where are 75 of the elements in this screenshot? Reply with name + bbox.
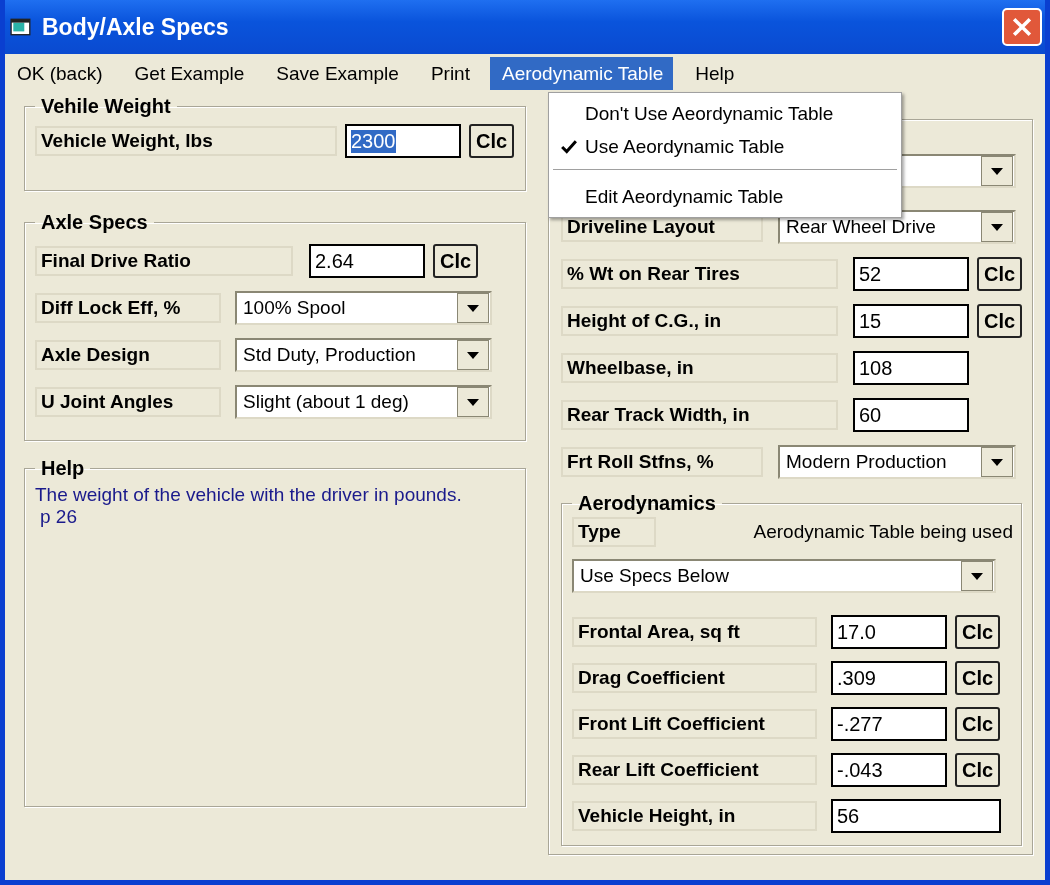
menu-item[interactable]: Print — [418, 57, 480, 90]
dropdown-arrow-button[interactable] — [981, 212, 1013, 242]
field-label: Frontal Area, sq ft — [572, 617, 817, 647]
help-text: p 26 — [39, 506, 78, 528]
caret-icon — [467, 304, 479, 312]
close-icon — [1011, 16, 1033, 38]
dropdown-arrow-button[interactable] — [457, 340, 489, 370]
calc-button[interactable]: Clc — [955, 661, 1000, 695]
calc-button[interactable]: Clc — [469, 124, 514, 158]
input-field[interactable]: -.043 — [831, 753, 947, 787]
menu-item[interactable]: Help — [683, 57, 745, 90]
input-field[interactable]: -.277 — [831, 707, 947, 741]
field-label: Wheelbase, in — [561, 353, 838, 383]
group-title: Vehile Weight — [40, 95, 172, 118]
calc-button[interactable]: Clc — [955, 753, 1000, 787]
field-label: Diff Lock Eff, % — [35, 293, 221, 323]
field-label: U Joint Angles — [35, 387, 221, 417]
field-label: Front Lift Coefficient — [572, 709, 817, 739]
input-field[interactable]: 52 — [853, 257, 969, 291]
input-field[interactable]: 15 — [853, 304, 969, 338]
dropdown[interactable]: Use Specs Below — [572, 559, 996, 593]
group-title: Axle Specs — [40, 211, 149, 234]
caret-icon — [991, 223, 1003, 231]
input-field[interactable]: 2.64 — [309, 244, 425, 278]
caret-icon — [467, 351, 479, 359]
status-text: Aerodynamic Table being used — [753, 521, 1013, 543]
dropdown-arrow-button[interactable] — [981, 156, 1013, 186]
input-field[interactable]: 108 — [853, 351, 969, 385]
field-label: Vehicle Weight, lbs — [35, 126, 337, 156]
input-field[interactable]: .309 — [831, 661, 947, 695]
window-title: Body/Axle Specs — [42, 13, 229, 41]
dropdown-arrow-button[interactable] — [457, 387, 489, 417]
calc-button[interactable]: Clc — [955, 707, 1000, 741]
help-text: The weight of the vehicle with the driver in pounds. — [35, 484, 463, 506]
calc-button[interactable]: Clc — [433, 244, 478, 278]
caret-icon — [991, 167, 1003, 175]
calc-button[interactable]: Clc — [977, 304, 1022, 338]
dropdown[interactable]: Std Duty, Production — [235, 338, 492, 372]
menu-item[interactable]: Aerodynamic Table — [489, 57, 674, 90]
field-label: Rear Track Width, in — [561, 400, 838, 430]
input-field[interactable]: 17.0 — [831, 615, 947, 649]
calc-button[interactable]: Clc — [977, 257, 1022, 291]
input-field[interactable]: 60 — [853, 398, 969, 432]
dropdown-arrow-button[interactable] — [961, 561, 993, 591]
field-label: Height of C.G., in — [561, 306, 838, 336]
dropdown[interactable]: Modern Production — [778, 445, 1016, 479]
group-title: Help — [40, 457, 86, 480]
window-icon — [10, 17, 32, 37]
caret-icon — [971, 572, 983, 580]
menu-option[interactable]: Use Aeordynamic Table — [585, 135, 785, 158]
dropdown[interactable]: 100% Spool — [235, 291, 492, 325]
menu-option[interactable]: Edit Aeordynamic Table — [585, 185, 784, 208]
menu-option[interactable]: Don't Use Aeordynamic Table — [585, 102, 834, 125]
field-label: Vehicle Height, in — [572, 801, 817, 831]
dropdown-arrow-button[interactable] — [981, 447, 1013, 477]
close-button[interactable] — [1002, 8, 1042, 46]
menu-item[interactable]: Get Example — [122, 57, 255, 90]
field-label: Type — [572, 517, 656, 547]
input-field[interactable]: 56 — [831, 799, 1001, 833]
caret-icon — [991, 458, 1003, 466]
calc-button[interactable]: Clc — [955, 615, 1000, 649]
checkmark-icon — [561, 139, 577, 154]
group-title: Aerodynamics — [577, 492, 717, 515]
field-label: Drag Coefficient — [572, 663, 817, 693]
field-label: Final Drive Ratio — [35, 246, 293, 276]
dropdown[interactable]: Slight (about 1 deg) — [235, 385, 492, 419]
input-field[interactable]: 2300 — [345, 124, 461, 158]
field-label: % Wt on Rear Tires — [561, 259, 838, 289]
caret-icon — [467, 398, 479, 406]
field-label: Axle Design — [35, 340, 221, 370]
dropdown-arrow-button[interactable] — [457, 293, 489, 323]
field-label: Frt Roll Stfns, % — [561, 447, 763, 477]
menu-item[interactable]: OK (back) — [5, 57, 113, 90]
field-label: Rear Lift Coefficient — [572, 755, 817, 785]
menu-item[interactable]: Save Example — [264, 57, 409, 90]
